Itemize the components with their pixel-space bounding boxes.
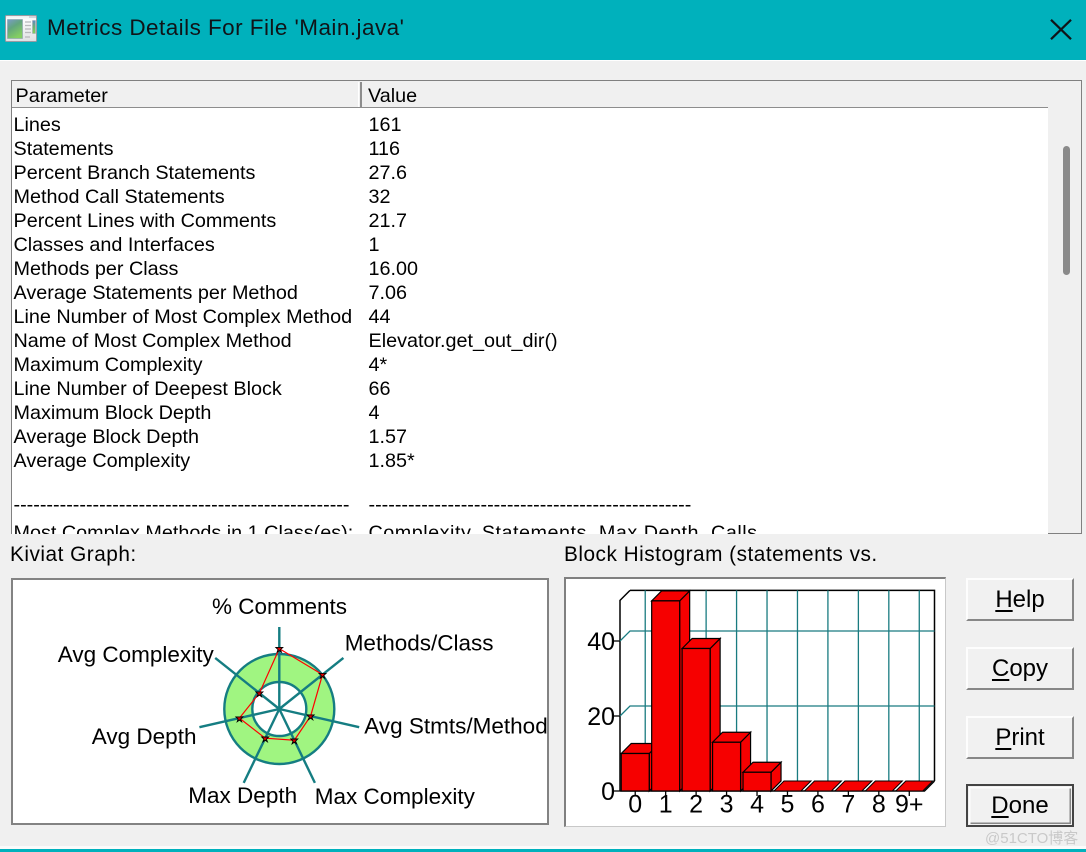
svg-text:5: 5 [781,791,795,819]
svg-text:8: 8 [872,791,886,819]
svg-text:0: 0 [601,778,615,806]
svg-text:20: 20 [587,703,615,731]
svg-text:1: 1 [659,791,673,819]
svg-text:3: 3 [720,791,734,819]
svg-text:2: 2 [689,791,703,819]
svg-text:6: 6 [811,791,825,819]
svg-text:40: 40 [587,628,615,656]
svg-text:9+: 9+ [895,791,924,819]
svg-text:Max Depth: Max Depth [188,783,297,808]
svg-text:% Comments: % Comments [212,594,347,619]
svg-text:Max Complexity: Max Complexity [315,784,476,809]
svg-text:4: 4 [750,791,764,819]
svg-text:Methods/Class: Methods/Class [345,630,494,655]
svg-text:7: 7 [841,791,855,819]
svg-text:Avg Depth: Avg Depth [92,724,197,749]
svg-text:0: 0 [628,791,642,819]
svg-text:Avg Stmts/Method: Avg Stmts/Method [364,713,547,738]
svg-text:Avg Complexity: Avg Complexity [58,642,215,667]
